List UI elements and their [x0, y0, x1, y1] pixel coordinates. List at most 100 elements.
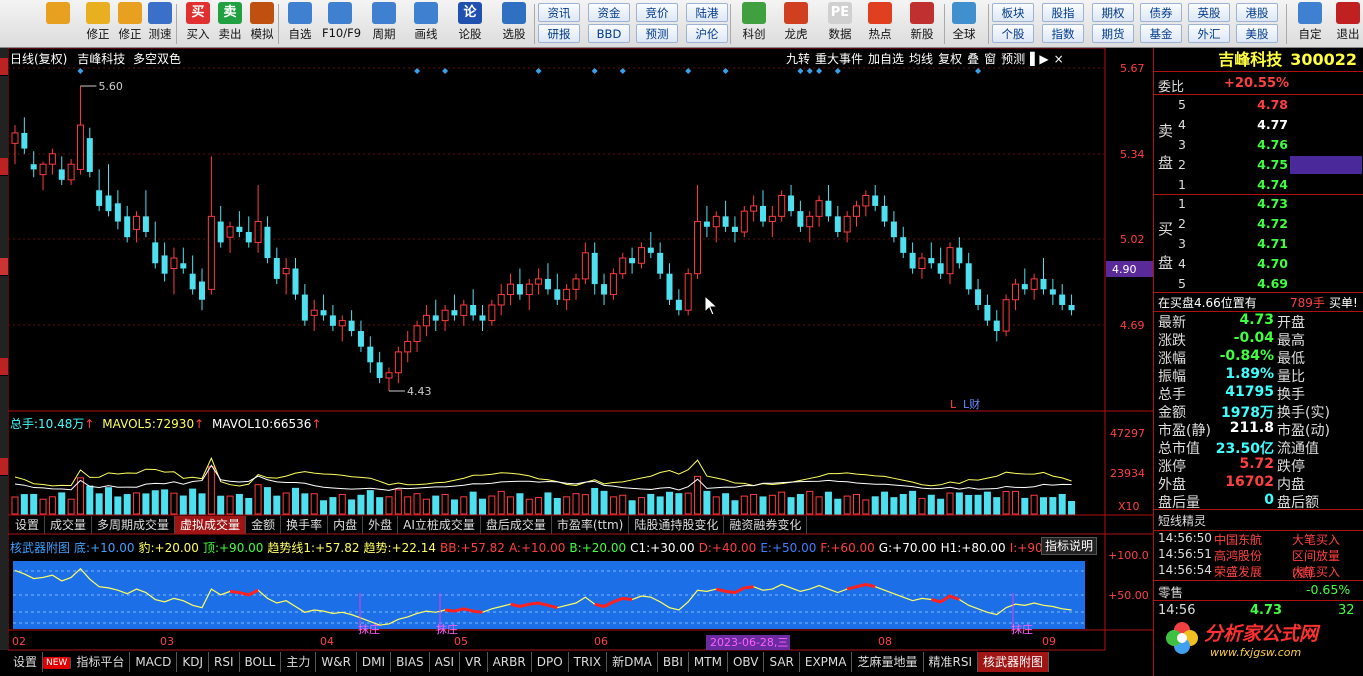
- vol-tab-1[interactable]: 成交量: [45, 516, 93, 534]
- indicator-tab-16[interactable]: 新DMA: [607, 652, 658, 672]
- indicator-tab-0[interactable]: 设置: [8, 652, 44, 672]
- toolbar-btn-clock[interactable]: 测速: [142, 2, 178, 46]
- indicator-tab-19[interactable]: OBV: [728, 652, 765, 672]
- toolbar-btn-custom[interactable]: 自定: [1292, 2, 1328, 46]
- vol-tab-6[interactable]: 内盘: [328, 516, 364, 534]
- left-tab[interactable]: [0, 58, 8, 76]
- vol-tab-11[interactable]: 陆股通持股变化: [629, 516, 725, 534]
- toolbar-small-2-1[interactable]: 预测: [636, 24, 678, 43]
- toolbar-btn-select[interactable]: 选股: [496, 2, 532, 46]
- vol-tab-0[interactable]: 设置: [10, 516, 46, 534]
- indicator-tab-8[interactable]: W&R: [316, 652, 357, 672]
- chart-tool-2[interactable]: 加自选: [868, 52, 904, 66]
- toolbar-btn-star[interactable]: 自选: [282, 2, 318, 46]
- toolbar-small-9-0[interactable]: 港股: [1236, 3, 1278, 22]
- chart-tool-5[interactable]: 叠: [967, 52, 979, 66]
- event-marker-icon[interactable]: [77, 68, 84, 74]
- chart-close-icon[interactable]: ×: [1054, 52, 1064, 66]
- toolbar-small-4-1[interactable]: 个股: [992, 24, 1034, 43]
- vol-tab-8[interactable]: AI立桩成交量: [398, 516, 481, 534]
- event-marker-icon[interactable]: [535, 68, 542, 74]
- toolbar-small-0-1[interactable]: 研报: [538, 24, 580, 43]
- toolbar-small-5-1[interactable]: 指数: [1042, 24, 1084, 43]
- indicator-tab-11[interactable]: ASI: [430, 652, 461, 672]
- toolbar-small-9-1[interactable]: 美股: [1236, 24, 1278, 43]
- event-marker-icon[interactable]: [414, 68, 421, 74]
- event-marker-icon[interactable]: [685, 68, 692, 74]
- event-marker-icon[interactable]: [816, 68, 823, 74]
- toolbar-small-2-0[interactable]: 竞价: [636, 3, 678, 22]
- toolbar-btn-kechuang[interactable]: 科创: [736, 2, 772, 46]
- toolbar-btn-f10[interactable]: F10/F9: [322, 2, 361, 46]
- indicator-help-button[interactable]: 指标说明: [1041, 537, 1098, 555]
- vol-tab-7[interactable]: 外盘: [363, 516, 399, 534]
- chart-tool-0[interactable]: 九转: [786, 52, 810, 66]
- toolbar-small-0-0[interactable]: 资讯: [538, 3, 580, 22]
- toolbar-btn-discuss[interactable]: 论论股: [452, 2, 488, 46]
- toolbar-small-1-1[interactable]: BBD: [588, 24, 630, 43]
- indicator-tab-2[interactable]: 指标平台: [71, 652, 131, 672]
- toolbar-small-8-0[interactable]: 英股: [1188, 3, 1230, 22]
- chart-tool-1[interactable]: 重大事件: [815, 52, 863, 66]
- toolbar-btn-up-down-arrow[interactable]: 修正: [80, 2, 116, 46]
- toolbar-btn-dragon-tiger[interactable]: 龙虎: [778, 2, 814, 46]
- indicator-tab-21[interactable]: EXPMA: [800, 652, 853, 672]
- tick-row[interactable]: 14:56:51 高鸿股份 区间放量(涨): [1158, 547, 1358, 580]
- left-tab[interactable]: [0, 358, 8, 376]
- event-marker-icon[interactable]: [591, 68, 598, 74]
- indicator-tab-20[interactable]: SAR: [764, 652, 800, 672]
- toolbar-btn-pencil[interactable]: 画线: [408, 2, 444, 46]
- indicator-tab-4[interactable]: KDJ: [177, 652, 209, 672]
- indicator-tab-18[interactable]: MTM: [689, 652, 728, 672]
- toolbar-small-4-0[interactable]: 板块: [992, 3, 1034, 22]
- vol-tab-4[interactable]: 金额: [246, 516, 282, 534]
- toolbar-btn-exit[interactable]: 退出: [1330, 2, 1363, 46]
- event-marker-icon[interactable]: [975, 68, 982, 74]
- indicator-tab-9[interactable]: DMI: [357, 652, 392, 672]
- kline-chart-area[interactable]: 5.67 5.34 5.02 4.69 4.90 5.60 4.43 L L财 47297 2393…: [8, 48, 1153, 652]
- chart-tool-6[interactable]: 窗: [984, 52, 996, 66]
- toolbar-small-3-0[interactable]: 陆港: [686, 3, 728, 22]
- period-mode[interactable]: 日线(复权): [10, 52, 67, 66]
- toolbar-btn-new-stock[interactable]: 新股: [904, 2, 940, 46]
- chart-tool-3[interactable]: 均线: [909, 52, 933, 66]
- vol-tab-12[interactable]: 融资融券变化: [724, 516, 808, 534]
- toolbar-small-1-0[interactable]: 资金: [588, 3, 630, 22]
- event-marker-icon[interactable]: [797, 68, 804, 74]
- toolbar-btn-globe[interactable]: 全球: [946, 2, 982, 46]
- indicator-tab-24[interactable]: 核武器附图: [978, 652, 1050, 672]
- toolbar-btn-hot[interactable]: 热点: [862, 2, 898, 46]
- event-marker-icon[interactable]: [806, 68, 813, 74]
- indicator-tab-7[interactable]: 主力: [281, 652, 317, 672]
- indicator-tab-15[interactable]: TRIX: [569, 652, 608, 672]
- event-marker-icon[interactable]: [722, 68, 729, 74]
- vol-tab-5[interactable]: 换手率: [281, 516, 329, 534]
- event-marker-icon[interactable]: [442, 68, 449, 74]
- vol-tab-9[interactable]: 盘后成交量: [481, 516, 552, 534]
- left-tab-active[interactable]: [0, 258, 8, 276]
- chart-tool-4[interactable]: 复权: [938, 52, 962, 66]
- vol-tab-3[interactable]: 虚拟成交量: [175, 516, 247, 534]
- toolbar-btn-back-arrow[interactable]: [40, 2, 76, 46]
- toolbar-small-5-0[interactable]: 股指: [1042, 3, 1084, 22]
- left-tab[interactable]: [0, 458, 8, 476]
- toolbar-btn-sell[interactable]: 卖卖出: [212, 2, 248, 46]
- indicator-tab-23[interactable]: 精准RSI: [924, 652, 978, 672]
- chart-tool-7[interactable]: 预测: [1001, 52, 1025, 66]
- event-marker-icon[interactable]: [834, 68, 841, 74]
- left-tab[interactable]: [0, 158, 8, 176]
- indicator-tab-17[interactable]: BBI: [658, 652, 689, 672]
- toolbar-btn-period[interactable]: 周期: [366, 2, 402, 46]
- toolbar-small-6-0[interactable]: 期权: [1092, 3, 1134, 22]
- vol-tab-10[interactable]: 市盈率(ttm): [552, 516, 630, 534]
- toolbar-small-8-1[interactable]: 外汇: [1188, 24, 1230, 43]
- toolbar-small-6-1[interactable]: 期货: [1092, 24, 1134, 43]
- indicator-tab-5[interactable]: RSI: [209, 652, 240, 672]
- indicator-tab-12[interactable]: VR: [460, 652, 488, 672]
- indicator-tab-10[interactable]: BIAS: [391, 652, 430, 672]
- indicator-tab-3[interactable]: MACD: [130, 652, 178, 672]
- toolbar-small-7-1[interactable]: 基金: [1140, 24, 1182, 43]
- indicator-tab-6[interactable]: BOLL: [240, 652, 282, 672]
- toolbar-btn-hammer[interactable]: 模拟: [244, 2, 280, 46]
- indicator-tab-14[interactable]: DPO: [532, 652, 569, 672]
